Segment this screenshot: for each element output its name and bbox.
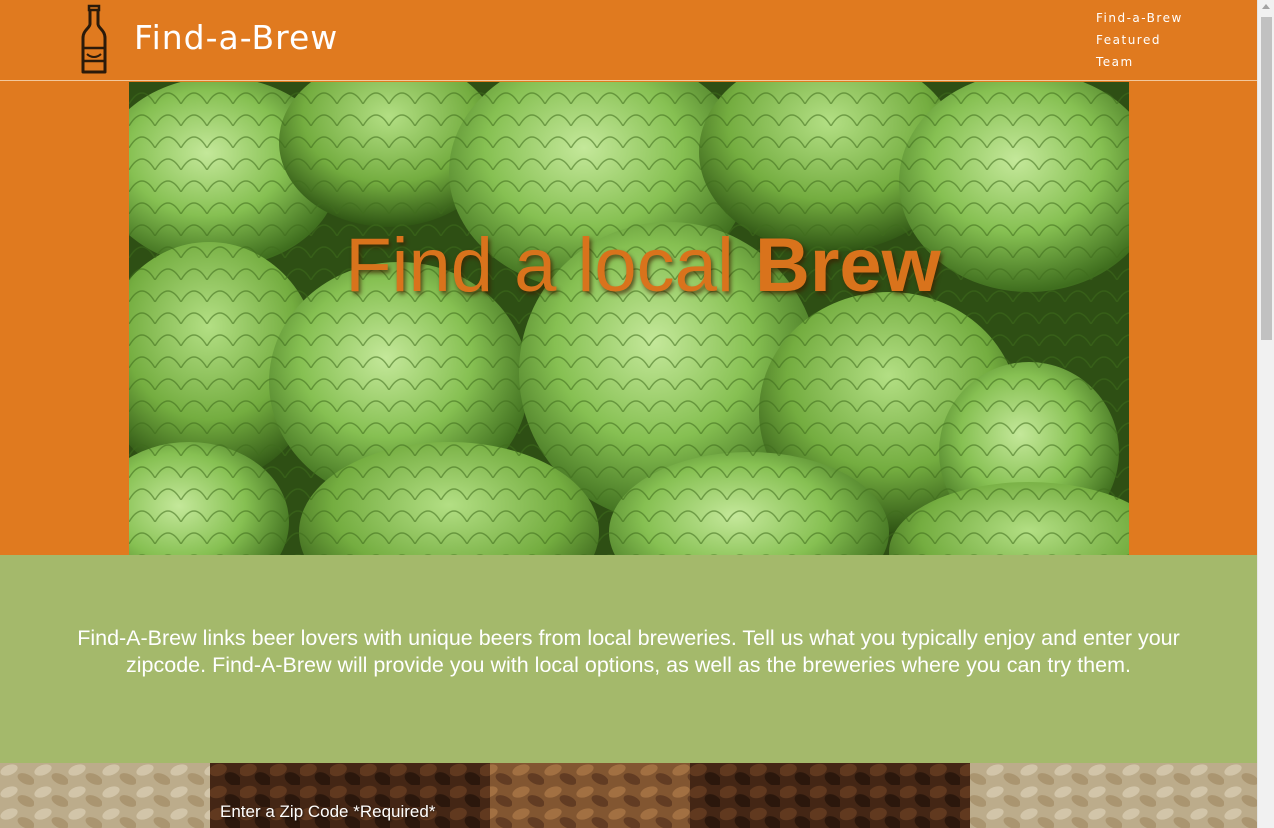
nav-item-featured: Featured bbox=[1096, 31, 1183, 53]
grains-background-image bbox=[0, 763, 1257, 828]
nav-item-find-a-brew: Find-a-Brew bbox=[1096, 9, 1183, 31]
scroll-up-arrow-icon[interactable] bbox=[1262, 4, 1270, 9]
hero-image: Find a local Brew bbox=[129, 82, 1129, 555]
hero-section: Find a local Brew bbox=[0, 82, 1257, 555]
about-section: Find-A-Brew links beer lovers with uniqu… bbox=[0, 555, 1257, 763]
beer-bottle-icon[interactable] bbox=[78, 4, 110, 76]
hops-background-image bbox=[129, 82, 1129, 555]
site-header: Find-a-Brew Find-a-Brew Featured Team bbox=[0, 0, 1257, 81]
main-nav: Find-a-Brew Featured Team bbox=[1096, 9, 1183, 75]
nav-item-team: Team bbox=[1096, 53, 1183, 75]
nav-link-featured[interactable]: Featured bbox=[1096, 33, 1161, 47]
nav-link-team[interactable]: Team bbox=[1096, 55, 1134, 69]
vertical-scrollbar[interactable] bbox=[1257, 0, 1274, 828]
hero-title: Find a local Brew bbox=[129, 222, 1129, 309]
site-title[interactable]: Find-a-Brew bbox=[134, 18, 338, 57]
hero-title-bold: Brew bbox=[754, 223, 941, 308]
search-section: Enter a Zip Code *Required* bbox=[0, 763, 1257, 828]
page: Find-a-Brew Find-a-Brew Featured Team Fi… bbox=[0, 0, 1257, 828]
nav-link-find-a-brew[interactable]: Find-a-Brew bbox=[1096, 11, 1183, 25]
hero-title-light: Find a local bbox=[345, 223, 755, 308]
about-text: Find-A-Brew links beer lovers with uniqu… bbox=[77, 626, 1180, 677]
scrollbar-thumb[interactable] bbox=[1261, 17, 1272, 340]
zip-code-label: Enter a Zip Code *Required* bbox=[220, 802, 436, 821]
